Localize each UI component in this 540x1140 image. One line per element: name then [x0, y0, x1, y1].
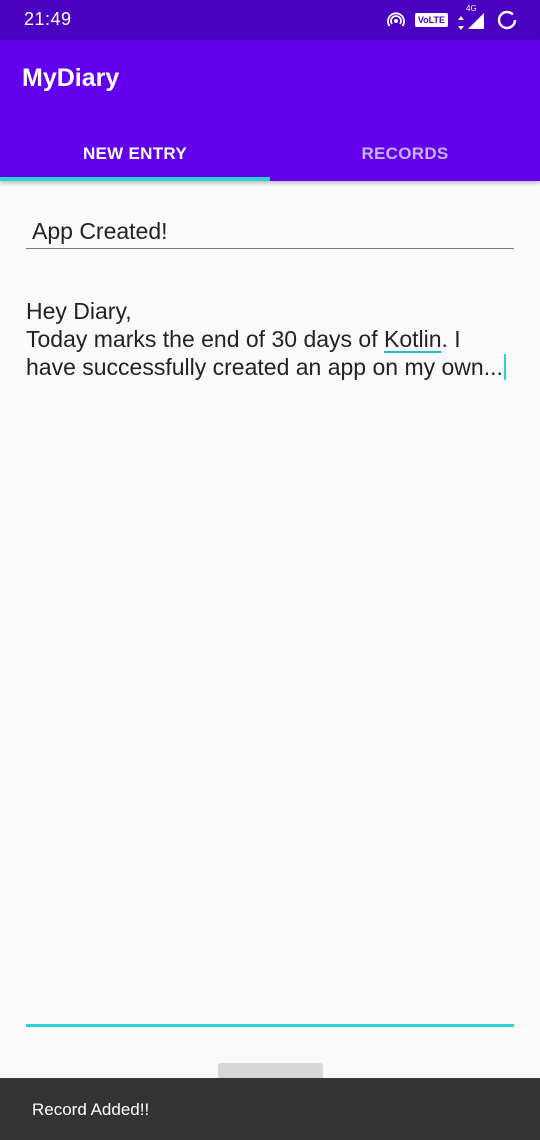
tab-records[interactable]: RECORDS [270, 126, 540, 181]
hotspot-icon [386, 12, 405, 27]
body-line-1: Hey Diary, [26, 298, 132, 325]
tab-new-entry[interactable]: NEW ENTRY [0, 126, 270, 181]
snackbar-message: Record Added!! [32, 1100, 150, 1119]
body-line-2: Today marks the end of 30 days of Kotlin… [26, 326, 461, 353]
entry-title-value: App Created! [32, 218, 168, 244]
volte-icon: VoLTE [414, 13, 448, 27]
text-cursor [503, 354, 506, 380]
entry-body-input[interactable]: Hey Diary, Today marks the end of 30 day… [26, 296, 514, 1027]
body-line-2-text: Today marks the end of 30 days of [26, 326, 384, 352]
signal-icon: 4G [466, 4, 486, 30]
snackbar: Record Added!! [0, 1078, 540, 1140]
spellcheck-word[interactable]: Kotlin [384, 326, 442, 352]
entry-title-input[interactable]: App Created! [26, 208, 514, 249]
status-bar: 21:49 VoLTE 4G [0, 0, 540, 40]
status-time: 21:49 [24, 9, 72, 29]
body-line-3-text: have successfully created an app on my o… [26, 354, 503, 380]
body-line-2-end: . I [441, 326, 461, 352]
status-icons: VoLTE 4G [386, 4, 518, 32]
body-line-1-text: Hey Diary, [26, 298, 132, 324]
body-line-3: have successfully created an app on my o… [26, 354, 506, 381]
tab-records-label: RECORDS [361, 143, 449, 163]
data-arrows-icon [458, 16, 464, 30]
app-title: MyDiary [22, 64, 120, 92]
tab-indicator [0, 177, 270, 181]
app-bar: MyDiary NEW ENTRY RECORDS [0, 40, 540, 181]
battery-icon [497, 10, 517, 30]
signal-group: 4G [458, 4, 486, 30]
network-type-label: 4G [466, 4, 477, 13]
tab-new-entry-label: NEW ENTRY [82, 143, 188, 163]
